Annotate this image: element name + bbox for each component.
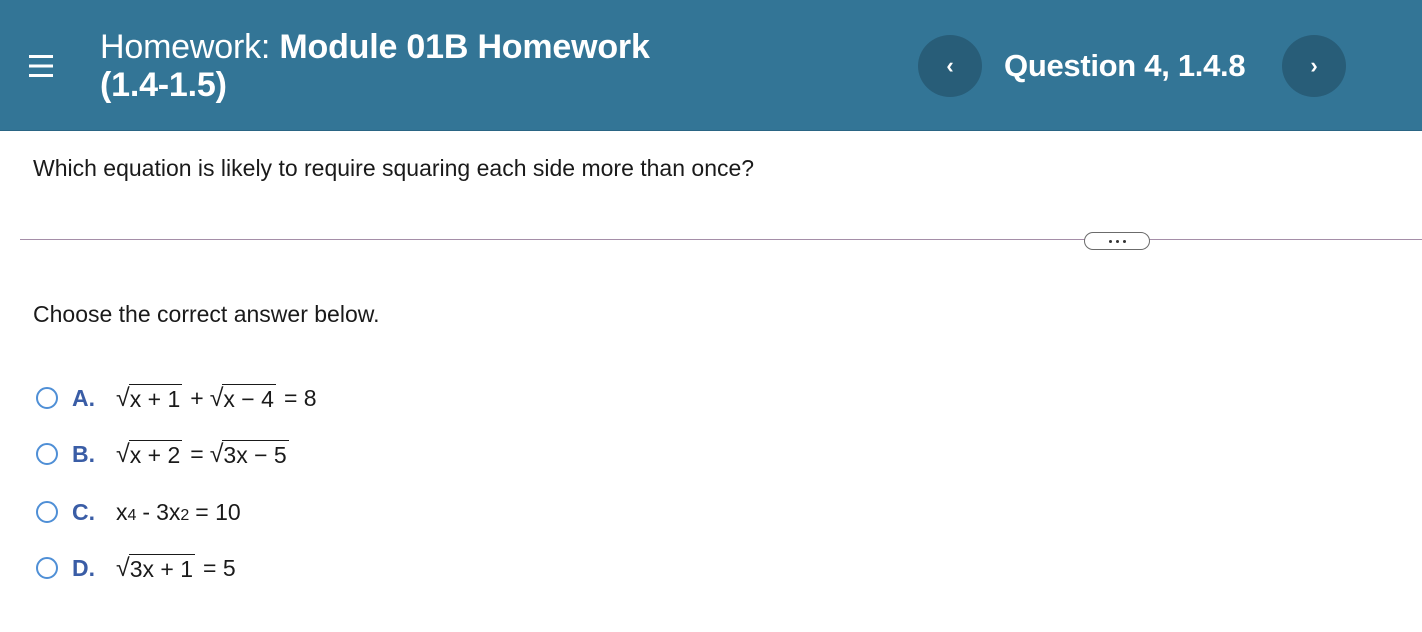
homework-name: Module 01B Homework [279, 28, 650, 66]
option-letter: D. [72, 554, 95, 581]
option-equation: √ x + 1 + √ x − 4 = 8 [116, 383, 317, 412]
expand-more-button[interactable] [1084, 232, 1150, 250]
header-bar: Homework: Module 01B Homework (1.4-1.5) … [0, 0, 1422, 131]
square-root: √ x − 4 [209, 383, 276, 412]
option-letter: B. [72, 440, 95, 467]
section-divider [20, 239, 1422, 240]
square-root: √ x + 1 [116, 383, 183, 412]
option-letter: A. [72, 384, 95, 411]
question-number-label: Question 4, 1.4.8 [1004, 48, 1246, 83]
title-label: Homework: [100, 28, 271, 66]
homework-range: (1.4-1.5) [100, 66, 227, 104]
option-equation: x4 - 3x 2 = 10 [116, 498, 241, 525]
chevron-right-icon: › [1310, 53, 1318, 78]
hamburger-menu-icon[interactable] [26, 51, 56, 81]
question-prompt: Which equation is likely to require squa… [33, 155, 755, 181]
radio-button-c[interactable] [36, 501, 58, 523]
homework-title: Homework: Module 01B Homework (1.4-1.5) [100, 28, 650, 104]
square-root: √ 3x + 1 [116, 553, 196, 582]
next-question-button[interactable]: › [1282, 35, 1346, 97]
answer-instruction: Choose the correct answer below. [33, 301, 380, 327]
option-equation: √ x + 2 = √ 3x − 5 [116, 439, 289, 468]
radio-button-a[interactable] [36, 387, 58, 409]
square-root: √ 3x − 5 [209, 439, 289, 468]
radio-button-b[interactable] [36, 443, 58, 465]
option-equation: √ 3x + 1 = 5 [116, 553, 236, 582]
square-root: √ x + 2 [116, 439, 183, 468]
answer-option-c[interactable]: C. x4 - 3x 2 = 10 [36, 494, 247, 530]
radio-button-d[interactable] [36, 557, 58, 579]
answer-option-a[interactable]: A. √ x + 1 + √ x − 4 = 8 [36, 380, 323, 416]
answer-option-b[interactable]: B. √ x + 2 = √ 3x − 5 [36, 436, 291, 472]
answer-option-d[interactable]: D. √ 3x + 1 = 5 [36, 550, 242, 586]
chevron-left-icon: ‹ [946, 53, 954, 78]
option-letter: C. [72, 498, 95, 525]
previous-question-button[interactable]: ‹ [918, 35, 982, 97]
ellipsis-icon [1108, 239, 1112, 243]
